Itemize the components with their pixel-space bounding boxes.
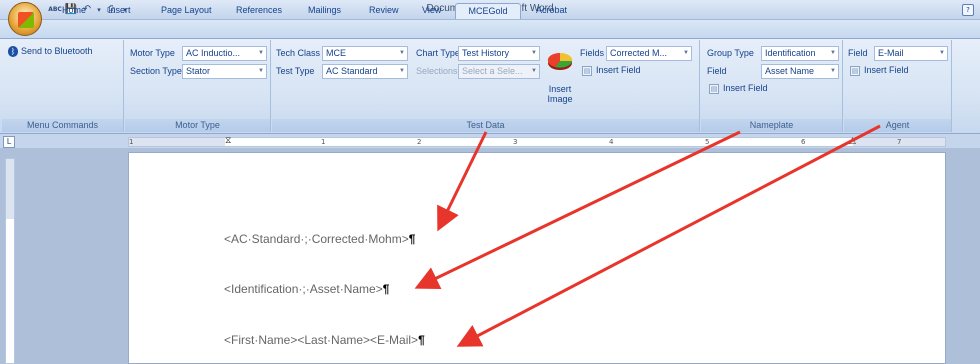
annotation-arrows bbox=[414, 124, 881, 347]
office-button[interactable] bbox=[8, 2, 42, 36]
office-logo-icon bbox=[18, 12, 34, 28]
arrow-nameplate bbox=[414, 130, 741, 290]
arrow-test-data bbox=[437, 131, 488, 232]
